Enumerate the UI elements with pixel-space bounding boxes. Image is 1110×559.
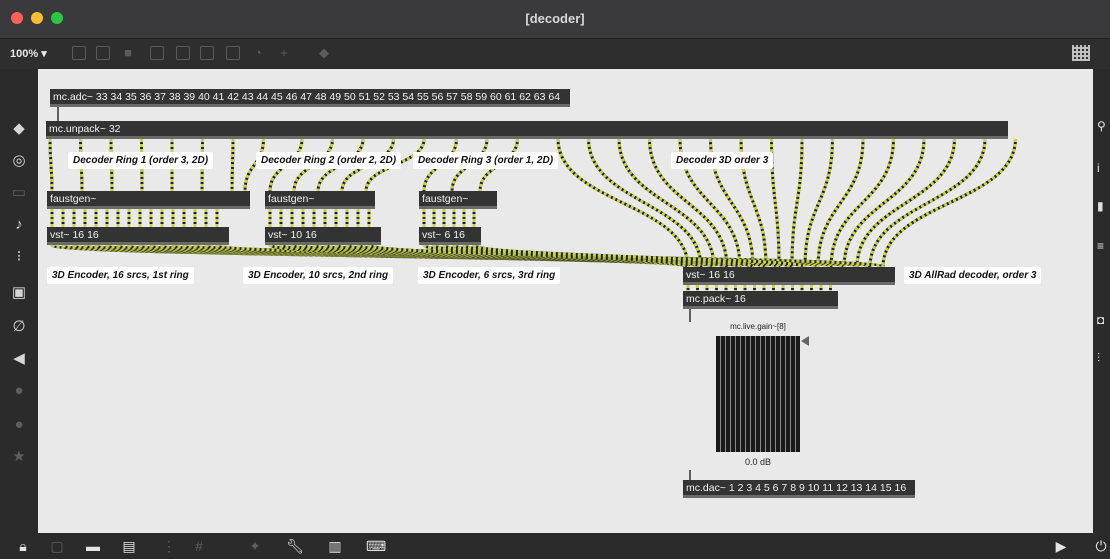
chat-icon[interactable]: ▬ xyxy=(84,537,102,555)
faustgen-object-3[interactable]: faustgen~ xyxy=(419,191,497,209)
mc-unpack-object[interactable]: mc.unpack~ 32 xyxy=(46,121,1008,139)
patch-cable-base xyxy=(816,138,865,268)
music-note-icon[interactable]: ♪ xyxy=(9,215,29,235)
object-box-icon[interactable] xyxy=(72,46,86,60)
playlist-icon[interactable]: ⁝ xyxy=(9,247,29,267)
left-sidebar: ◆ ◎ ▭ ♪ ⁝ ▣ ∅ ◀ ● ● ★ xyxy=(0,69,38,533)
cube-icon[interactable]: ◆ xyxy=(9,119,29,139)
comment-icon[interactable]: ■ xyxy=(120,45,136,61)
list-icon[interactable]: ≡ xyxy=(1097,239,1104,253)
comment-ring1: Decoder Ring 1 (order 3, 2D) xyxy=(68,152,214,169)
message-box-icon[interactable] xyxy=(96,46,110,60)
v-circle-icon[interactable]: ● xyxy=(9,381,29,401)
faustgen-object-2[interactable]: faustgen~ xyxy=(265,191,375,209)
mc-adc-object[interactable]: mc.adc~ 33 34 35 36 37 38 39 40 41 42 43… xyxy=(50,89,570,107)
paint-bucket-icon[interactable]: ◆ xyxy=(316,45,332,61)
plug-icon[interactable]: ◀ xyxy=(9,349,29,369)
layers-icon[interactable]: ▤ xyxy=(120,537,138,555)
present-icon[interactable]: ▢ xyxy=(48,537,66,555)
mc-dac-object[interactable]: mc.dac~ 1 2 3 4 5 6 7 8 9 10 11 12 13 14… xyxy=(683,480,915,498)
dial-icon[interactable]: ◔ xyxy=(250,45,266,61)
comment-ring3: Decoder Ring 3 (order 1, 2D) xyxy=(413,152,559,169)
image-icon[interactable]: ▣ xyxy=(9,283,29,303)
vst-encoder-2[interactable]: vst~ 10 16 xyxy=(265,227,381,245)
b-circle-icon[interactable]: ● xyxy=(9,415,29,435)
zoom-dropdown[interactable]: 100% ▾ xyxy=(10,47,47,60)
app-window: [decoder] 100% ▾ ■ ◔ + ◆ ◆ ◎ ▭ ♪ ⁝ ▣ ∅ ◀… xyxy=(0,0,1110,559)
patch-cable xyxy=(881,138,1017,268)
patcher-canvas[interactable]: mc.adc~ 33 34 35 36 37 38 39 40 41 42 43… xyxy=(38,69,1093,533)
gain-value: 0.0 dB xyxy=(744,457,772,467)
target-icon[interactable]: ◎ xyxy=(9,151,29,171)
toggle-icon[interactable] xyxy=(150,46,164,60)
vst-encoder-1[interactable]: vst~ 16 16 xyxy=(47,227,229,245)
patch-cable-base xyxy=(855,138,956,268)
comment-enc2: 3D Encoder, 10 srcs, 2nd ring xyxy=(243,267,394,284)
info-icon[interactable]: i xyxy=(1097,161,1100,175)
grid-icon[interactable]: # xyxy=(190,537,208,555)
slider-icon[interactable] xyxy=(226,46,240,60)
right-sidebar: ⚲ i ▮ ≡ ◘ ⫶ xyxy=(1093,69,1110,533)
toolbar: 100% ▾ ■ ◔ + ◆ xyxy=(0,39,1110,69)
lock-icon[interactable]: 🔒︎ xyxy=(14,537,32,555)
patch-cable-base xyxy=(790,138,804,268)
button-icon[interactable] xyxy=(176,46,190,60)
paperclip-icon[interactable]: ∅ xyxy=(9,317,29,337)
comment-enc1: 3D Encoder, 16 srcs, 1st ring xyxy=(47,267,194,284)
faustgen-object-1[interactable]: faustgen~ xyxy=(47,191,250,209)
play-icon[interactable]: ▶ xyxy=(1052,537,1070,555)
patch-cable-base xyxy=(842,138,926,268)
vst-encoder-3[interactable]: vst~ 6 16 xyxy=(419,227,481,245)
gain-label: mc.live.gain~[8] xyxy=(730,322,786,331)
snap-icon[interactable]: ⋮ xyxy=(160,537,178,555)
sliders-icon[interactable]: ⫶ xyxy=(1097,351,1100,366)
gain-slider-handle[interactable] xyxy=(801,336,809,346)
search-icon[interactable]: ⚲ xyxy=(1097,119,1106,133)
power-icon[interactable]: ⏻ xyxy=(1092,537,1110,555)
vst-allrad-decoder[interactable]: vst~ 16 16 xyxy=(683,267,895,285)
add-object-icon[interactable]: + xyxy=(276,45,292,61)
gain-meter[interactable] xyxy=(716,336,800,452)
star-icon[interactable]: ★ xyxy=(9,447,29,467)
columns-icon[interactable]: ▮ xyxy=(1097,199,1104,213)
piano-icon[interactable]: ▥ xyxy=(326,537,344,555)
film-icon[interactable]: ▭ xyxy=(9,183,29,203)
grid-icon[interactable] xyxy=(1072,45,1090,61)
comment-decoder3d: Decoder 3D order 3 xyxy=(671,152,774,169)
bottom-bar: 🔒︎ ▢ ▬ ▤ ⋮ # ✦ 🔧︎ ▥ ⌨ ▶ ⏻ xyxy=(0,533,1110,559)
mc-pack-object[interactable]: mc.pack~ 16 xyxy=(683,291,838,309)
wand-icon[interactable]: ✦ xyxy=(246,537,264,555)
comment-enc3: 3D Encoder, 6 srcs, 3rd ring xyxy=(418,267,561,284)
comment-ring2: Decoder Ring 2 (order 2, 2D) xyxy=(256,152,402,169)
camera-icon[interactable]: ◘ xyxy=(1097,313,1104,327)
comment-allrad: 3D AllRad decoder, order 3 xyxy=(904,267,1042,284)
title-bar: [decoder] xyxy=(0,0,1110,39)
wrench-icon[interactable]: 🔧︎ xyxy=(286,537,304,555)
keyboard-icon[interactable]: ⌨ xyxy=(366,537,386,555)
number-icon[interactable] xyxy=(200,46,214,60)
mc-live-gain[interactable]: mc.live.gain~[8] 0.0 dB xyxy=(714,322,809,470)
window-title: [decoder] xyxy=(525,11,585,26)
